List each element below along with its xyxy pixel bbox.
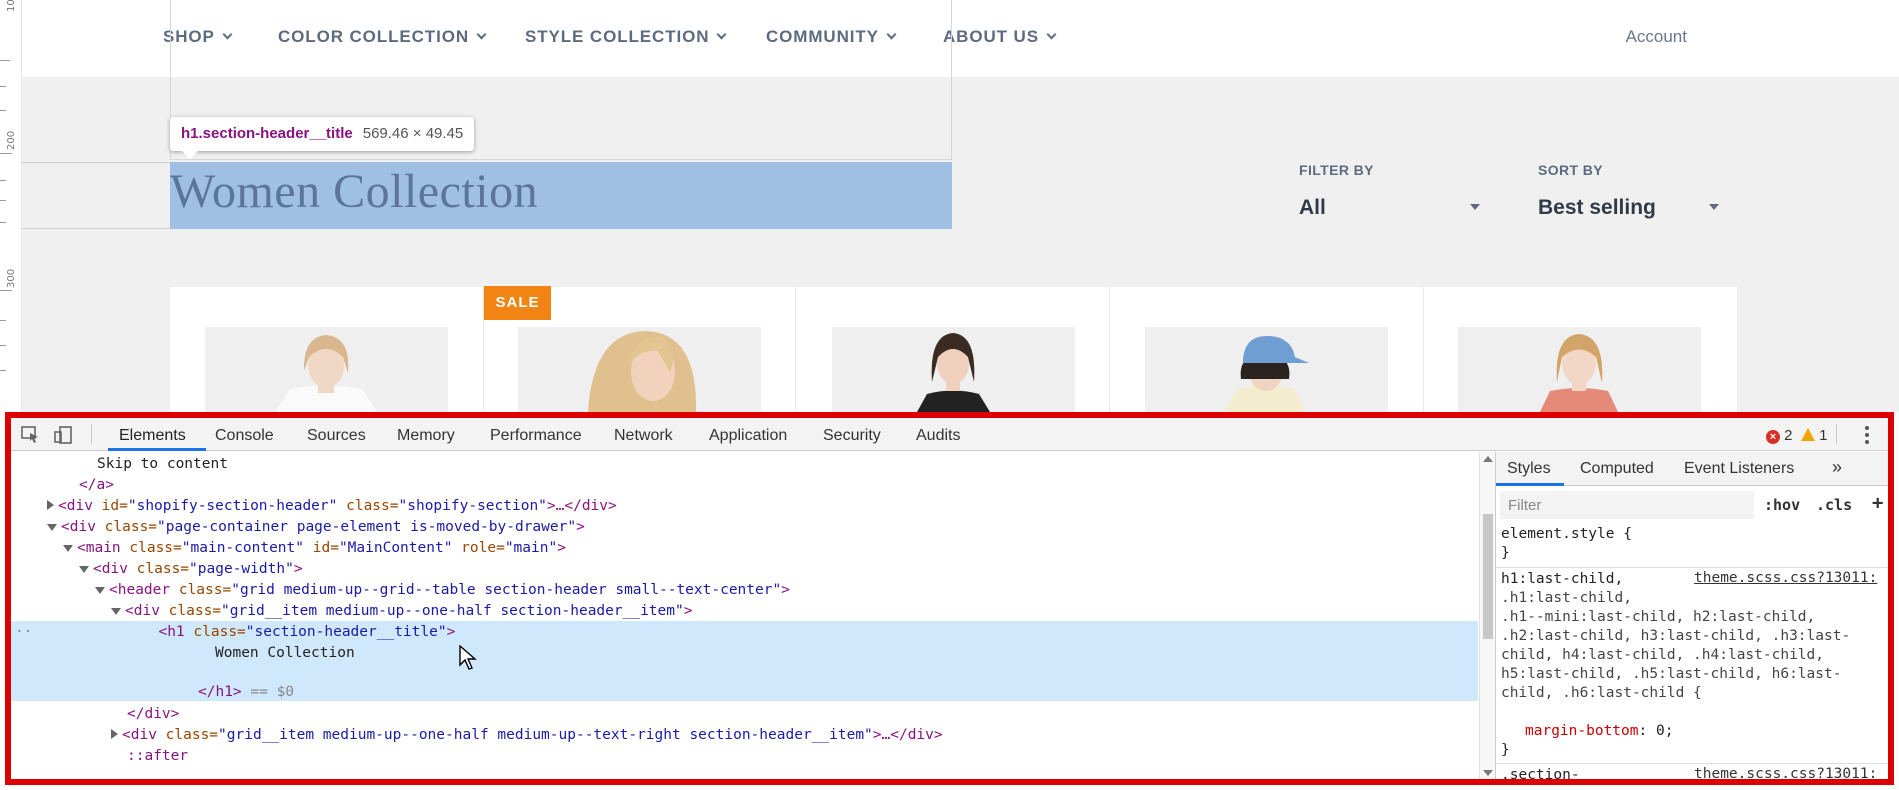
dom-pseudo-element[interactable]: ::after (11, 746, 1478, 767)
ruler-label: 300 (6, 268, 17, 288)
more-tabs-icon[interactable]: » (1832, 457, 1842, 478)
product-image[interactable] (205, 327, 448, 412)
error-count-text: 2 (1784, 427, 1793, 444)
chevron-down-icon (1046, 29, 1057, 40)
expand-triangle-icon[interactable] (111, 729, 118, 739)
account-link[interactable]: Account (1626, 27, 1687, 47)
product-image[interactable] (1458, 327, 1701, 412)
elements-scrollbar[interactable] (1479, 452, 1495, 779)
tab-security[interactable]: Security (823, 427, 881, 445)
collapse-triangle-icon[interactable] (111, 608, 121, 615)
rule-selector-list[interactable]: .h1:last-child, .h1--mini:last-child, h2… (1501, 589, 1850, 703)
error-count[interactable]: × 2 (1766, 427, 1793, 444)
nav-about-us[interactable]: ABOUT US (943, 27, 1057, 47)
tab-performance[interactable]: Performance (490, 427, 582, 445)
website-viewport: SHOP COLOR COLLECTION STYLE COLLECTION C… (0, 0, 1899, 412)
collapse-triangle-icon[interactable] (79, 566, 89, 573)
tab-memory[interactable]: Memory (397, 427, 455, 445)
styles-tabs: Styles Computed Event Listeners » (1496, 452, 1888, 486)
more-vert-icon[interactable] (1864, 425, 1870, 450)
device-toolbar-icon[interactable] (54, 426, 74, 449)
dom-node[interactable]: </a> (11, 475, 1478, 496)
ruler-label: 200 (6, 130, 17, 150)
stylesheet-link[interactable]: theme.scss.css?13011: (1694, 766, 1877, 779)
dom-text-node[interactable]: Women Collection (11, 643, 1478, 664)
filter-by-label: FILTER BY (1299, 162, 1374, 178)
sort-by-select[interactable]: Best selling (1538, 196, 1656, 220)
tab-styles[interactable]: Styles (1507, 460, 1551, 478)
dom-node[interactable]: <div class="page-width"> (11, 559, 1478, 580)
tooltip-selector: h1.section-header__title (181, 125, 353, 142)
filter-by-select[interactable]: All (1299, 196, 1326, 220)
nav-label: ABOUT US (943, 27, 1039, 46)
dom-node-close[interactable]: </h1> == $0 (11, 682, 1478, 703)
collapse-triangle-icon[interactable] (47, 524, 57, 531)
tab-sources[interactable]: Sources (307, 427, 366, 445)
scroll-down-icon[interactable] (1483, 770, 1493, 776)
node-ellipsis-icon: ·· (15, 624, 33, 640)
element-style-rule[interactable]: element.style { (1501, 525, 1632, 544)
dom-node[interactable]: <main class="main-content" id="MainConte… (11, 538, 1478, 559)
cls-toggle[interactable]: .cls (1816, 496, 1852, 514)
scrollbar-thumb[interactable] (1483, 514, 1493, 639)
warning-icon (1801, 428, 1815, 441)
inspect-element-icon[interactable] (21, 426, 41, 449)
ruler-label: 100 (6, 0, 17, 12)
inspect-guide-line (22, 162, 170, 163)
active-tab-indicator (108, 448, 206, 451)
error-icon: × (1766, 430, 1780, 444)
css-declaration[interactable]: margin-bottom: 0; (1525, 722, 1673, 741)
rule-close-brace: } (1501, 545, 1510, 561)
mouse-cursor-icon (459, 644, 477, 676)
scroll-up-icon[interactable] (1483, 456, 1493, 462)
tab-event-listeners[interactable]: Event Listeners (1684, 460, 1794, 478)
inspect-guide-line (22, 228, 170, 229)
product-image[interactable] (1145, 327, 1388, 412)
collapse-triangle-icon[interactable] (95, 587, 105, 594)
dom-node[interactable]: <header class="grid medium-up--grid--tab… (11, 580, 1478, 601)
dom-node[interactable]: <div class="grid__item medium-up--one-ha… (11, 601, 1478, 622)
rule-close-brace: } (1501, 742, 1510, 758)
dom-node[interactable]: <div class="page-container page-element … (11, 517, 1478, 538)
styles-pane: Styles Computed Event Listeners » Filter… (1495, 452, 1888, 779)
dom-node[interactable]: <div id="shopify-section-header" class="… (11, 496, 1478, 517)
tooltip-size: 569.46 × 49.45 (362, 125, 464, 142)
tab-network[interactable]: Network (614, 427, 673, 445)
warning-count-text: 1 (1819, 427, 1828, 444)
tab-application[interactable]: Application (709, 427, 787, 445)
rule-selector[interactable]: h1:last-child, (1501, 570, 1623, 589)
dom-node-close[interactable]: </div> (11, 704, 1478, 725)
collapse-triangle-icon[interactable] (63, 545, 73, 552)
active-tab-indicator (1496, 483, 1564, 486)
dom-node[interactable]: <div class="grid__item medium-up--one-ha… (11, 725, 1478, 746)
styles-filter-input[interactable]: Filter (1500, 491, 1754, 519)
tab-elements[interactable]: Elements (119, 427, 186, 445)
product-image[interactable] (518, 327, 761, 412)
product-image[interactable] (832, 327, 1075, 412)
tab-console[interactable]: Console (215, 427, 274, 445)
inspect-tooltip: h1.section-header__title 569.46 × 49.45 (170, 117, 475, 159)
devtools-panel: Elements Console Sources Memory Performa… (5, 412, 1894, 785)
stylesheet-link[interactable]: theme.scss.css?13011: (1694, 570, 1877, 586)
tab-computed[interactable]: Computed (1580, 460, 1654, 478)
rule-selector[interactable]: .section- header__title (1501, 766, 1615, 779)
devtools-toolbar: Elements Console Sources Memory Performa… (11, 418, 1888, 451)
sale-badge: SALE (484, 286, 551, 320)
tooltip-arrow (182, 151, 198, 159)
hov-toggle[interactable]: :hov (1764, 496, 1800, 514)
page-title: Women Collection (170, 165, 539, 218)
vertical-ruler: 100 200 300 (0, 0, 22, 412)
dom-node[interactable]: Skip to content (11, 454, 1478, 475)
tab-audits[interactable]: Audits (916, 427, 960, 445)
sort-by-label: SORT BY (1538, 162, 1604, 178)
expand-triangle-icon[interactable] (47, 500, 54, 510)
caret-down-icon[interactable] (1709, 204, 1719, 210)
elements-tree: Skip to content </a> <div id="shopify-se… (11, 452, 1478, 779)
warning-count[interactable]: 1 (1801, 427, 1828, 444)
new-rule-button[interactable]: + (1872, 492, 1883, 514)
dom-node-selected[interactable]: ·· <h1 class="section-header__title"> (11, 622, 1478, 643)
caret-down-icon[interactable] (1470, 204, 1480, 210)
